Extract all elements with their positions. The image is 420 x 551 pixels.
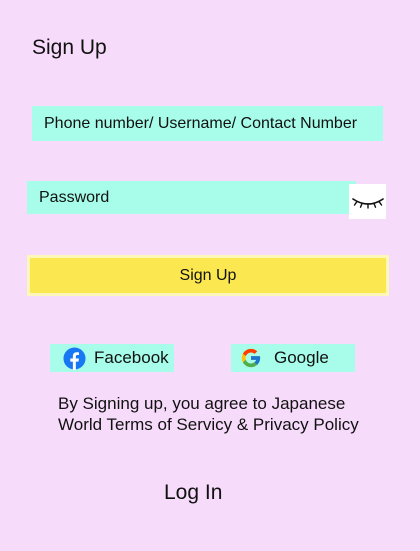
username-input[interactable]: [32, 106, 383, 141]
facebook-login-button[interactable]: Facebook: [50, 344, 174, 372]
google-icon: [240, 347, 262, 369]
google-label: Google: [274, 348, 329, 367]
google-login-button[interactable]: Google: [231, 344, 355, 372]
facebook-icon: [63, 346, 86, 370]
sign-up-button[interactable]: Sign Up: [27, 255, 389, 296]
terms-notice: By Signing up, you agree to Japanese Wor…: [58, 393, 398, 435]
page-title: Sign Up: [32, 36, 107, 59]
terms-line-1: By Signing up, you agree to Japanese: [58, 394, 346, 413]
password-input[interactable]: [27, 181, 356, 214]
eye-closed-icon: [351, 197, 384, 209]
log-in-link[interactable]: Log In: [164, 481, 222, 505]
terms-line-2[interactable]: World Terms of Servicy & Privacy Policy: [58, 414, 398, 435]
password-visibility-toggle[interactable]: [349, 184, 386, 219]
facebook-label: Facebook: [94, 348, 169, 367]
